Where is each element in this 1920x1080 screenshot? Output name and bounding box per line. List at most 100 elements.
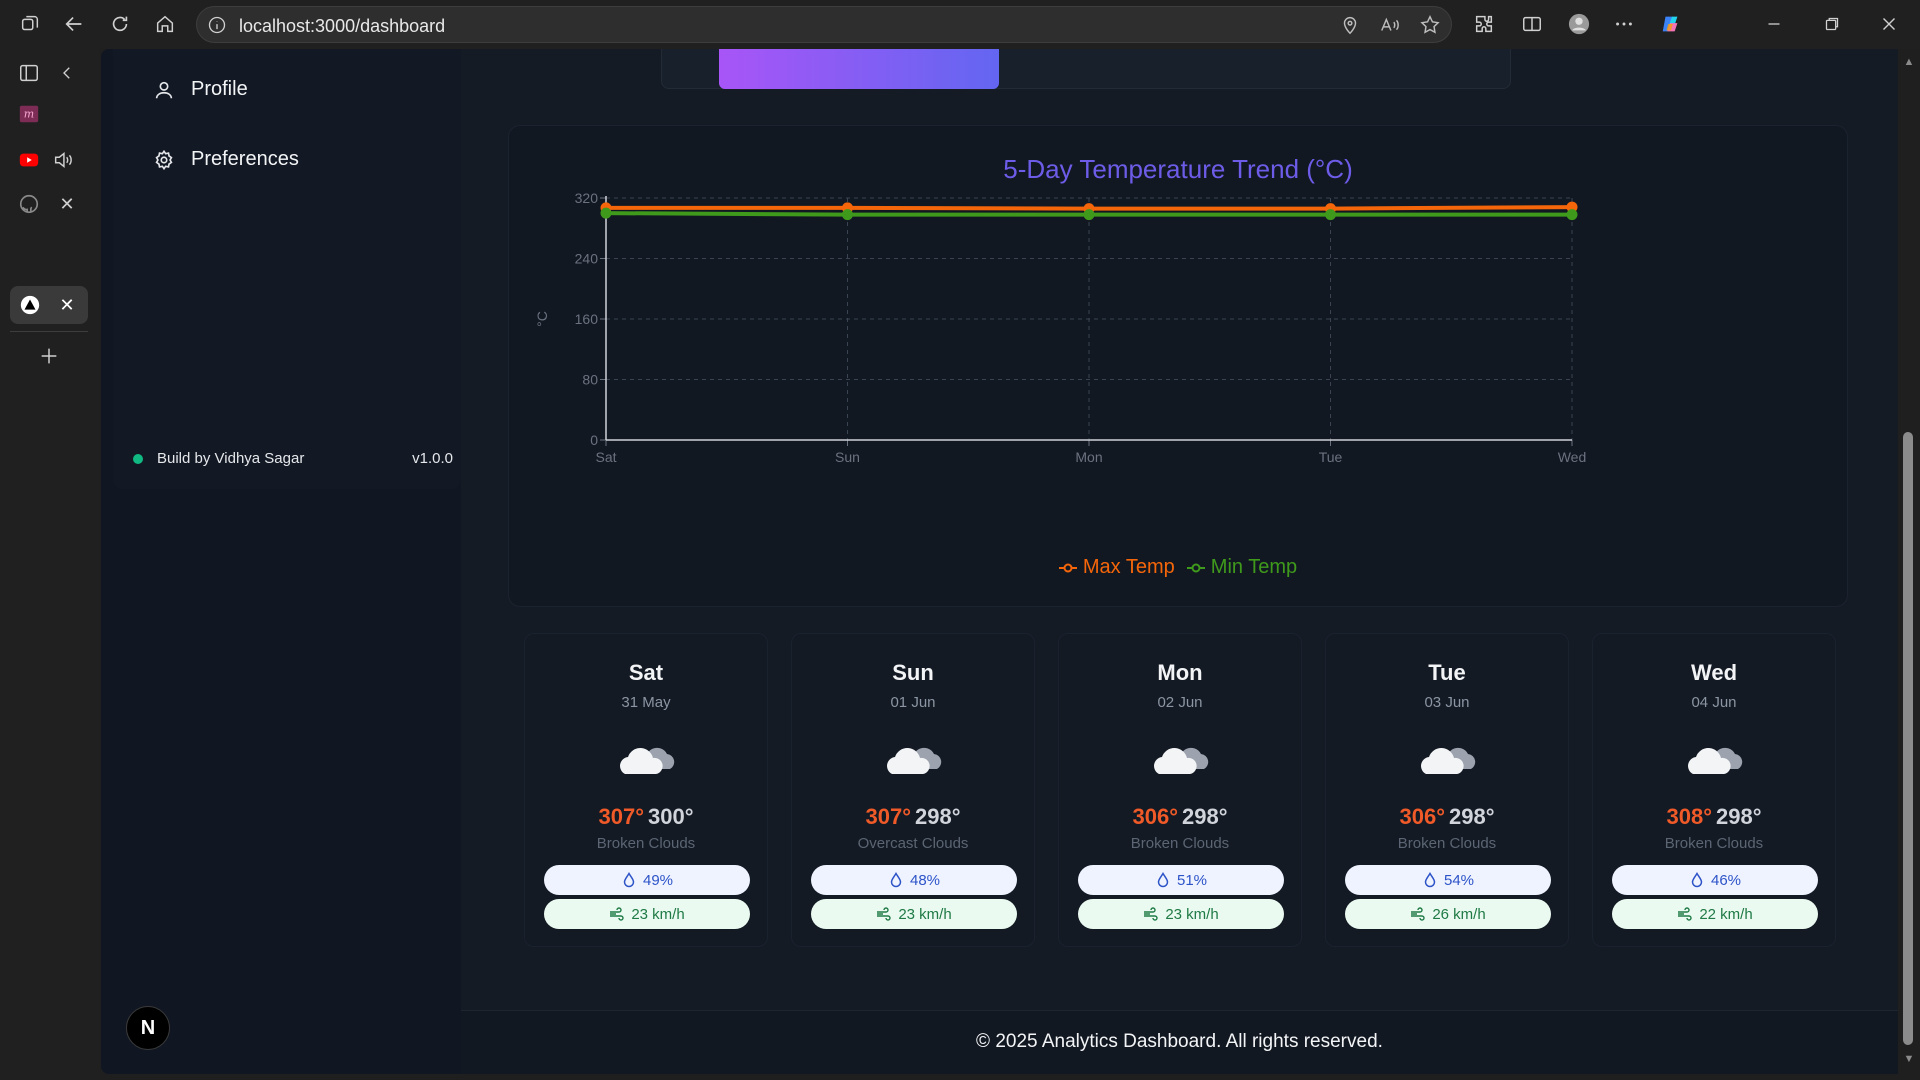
gradient-bar [719, 49, 999, 89]
forecast-day: Sat [628, 660, 664, 685]
forecast-date: 31 May [621, 694, 671, 711]
read-aloud-icon[interactable] [1379, 14, 1401, 36]
site-info-icon[interactable] [207, 15, 227, 35]
forecast-card: Tue 03 Jun 306° 298° Broken Clouds 54% 26… [1325, 633, 1569, 947]
droplet-icon [623, 872, 635, 888]
data-point-min [1566, 209, 1578, 221]
data-point-min [1083, 209, 1095, 221]
wind-icon [877, 907, 891, 921]
nextjs-dev-badge[interactable]: N [126, 1006, 170, 1050]
legend-min[interactable]: Min Temp [1186, 556, 1298, 579]
forecast-temps: 307° 300° [525, 804, 767, 830]
tab-favicon-m-icon[interactable]: m [14, 99, 44, 129]
forecast-temps: 306° 298° [1059, 804, 1301, 830]
sidebar-item-label: Profile [191, 78, 248, 100]
nextjs-favicon-icon[interactable] [15, 290, 45, 320]
sidebar: Profile Preferences Build by Vidhya Saga… [101, 49, 461, 1074]
y-tick-label: 80 [582, 372, 598, 388]
min-temp: 298° [915, 804, 961, 829]
chart-legend: Max Temp Min Temp [509, 556, 1847, 579]
wind-badge: 22 km/h [1612, 899, 1818, 929]
wind-value: 23 km/h [898, 905, 952, 923]
x-tick-label: Tue [1319, 449, 1343, 465]
x-tick-label: Wed [1558, 449, 1587, 465]
workspaces-icon[interactable] [14, 8, 46, 40]
max-temp: 307° [865, 804, 911, 829]
x-tick-label: Sun [835, 449, 860, 465]
minimize-icon[interactable] [1758, 8, 1790, 40]
close-tab-icon[interactable]: ✕ [56, 193, 78, 215]
gear-icon [155, 149, 173, 170]
main-content: 5-Day Temperature Trend (°C) 0 80 160 240 32… [461, 49, 1898, 1074]
build-credit: Build by Vidhya Sagar [157, 450, 305, 467]
droplet-icon [1691, 872, 1703, 888]
sidebar-item-preferences[interactable]: Preferences [153, 148, 299, 171]
temperature-chart-card: 5-Day Temperature Trend (°C) 0 80 160 240 32… [508, 125, 1848, 607]
close-window-icon[interactable] [1873, 8, 1905, 40]
back-icon[interactable] [58, 8, 90, 40]
location-icon[interactable] [1339, 14, 1361, 36]
extensions-icon[interactable] [1468, 8, 1500, 40]
max-temp: 306° [1399, 804, 1445, 829]
copilot-icon[interactable] [1655, 8, 1687, 40]
speaker-icon[interactable] [48, 145, 78, 175]
overcast-clouds-icon [884, 734, 946, 778]
droplet-icon [1157, 872, 1169, 888]
sidebar-panel: Profile Preferences Build by Vidhya Saga… [113, 49, 461, 489]
humidity-badge: 51% [1078, 865, 1284, 895]
profile-avatar-icon[interactable] [1563, 8, 1595, 40]
humidity-value: 51% [1176, 871, 1208, 889]
sidebar-item-profile[interactable]: Profile [153, 78, 248, 101]
legend-label: Max Temp [1082, 556, 1175, 578]
svg-text:m: m [24, 108, 34, 121]
app-viewport: Profile Preferences Build by Vidhya Saga… [101, 49, 1898, 1074]
home-icon[interactable] [149, 8, 181, 40]
humidity-badge: 54% [1345, 865, 1551, 895]
collapse-tabs-icon[interactable] [52, 58, 82, 88]
split-screen-icon[interactable] [1516, 8, 1548, 40]
wind-value: 22 km/h [1699, 905, 1753, 923]
tab-actions-icon[interactable] [14, 58, 44, 88]
close-active-tab-icon[interactable]: ✕ [56, 294, 78, 316]
wind-badge: 23 km/h [811, 899, 1017, 929]
more-options-icon[interactable] [1608, 8, 1640, 40]
data-point-min [600, 207, 612, 219]
youtube-icon[interactable] [14, 145, 44, 175]
droplet-icon [1424, 872, 1436, 888]
wind-badge: 23 km/h [1078, 899, 1284, 929]
humidity-value: 54% [1443, 871, 1475, 889]
github-icon[interactable] [14, 189, 44, 219]
scroll-down-arrow[interactable]: ▼ [1902, 1053, 1916, 1065]
favorite-star-icon[interactable] [1419, 14, 1441, 36]
wind-icon [610, 907, 624, 921]
refresh-icon[interactable] [104, 8, 136, 40]
forecast-card: Sun 01 Jun 307° 298° Overcast Clouds 48% … [791, 633, 1035, 947]
temperature-chart: 0 80 160 240 320 Sat Sun Mon Tue Wed °C [534, 190, 1587, 465]
wind-icon [1411, 907, 1425, 921]
forecast-temps: 308° 298° [1593, 804, 1835, 830]
y-tick-label: 240 [575, 251, 599, 267]
max-temp: 307° [598, 804, 644, 829]
version-label: v1.0.0 [412, 450, 453, 467]
max-temp: 306° [1132, 804, 1178, 829]
min-temp: 298° [1716, 804, 1762, 829]
forecast-day: Wed [1690, 660, 1738, 685]
url-text[interactable]: localhost:3000/dashboard [239, 16, 445, 37]
broken-clouds-icon [617, 734, 679, 778]
forecast-card: Sat 31 May 307° 300° Broken Clouds 49% 23… [524, 633, 768, 947]
browser-toolbar: localhost:3000/dashboard [0, 0, 1920, 49]
x-tick-label: Mon [1075, 449, 1102, 465]
humidity-value: 49% [642, 871, 674, 889]
scroll-up-arrow[interactable]: ▲ [1902, 56, 1916, 68]
tab-divider [10, 331, 88, 332]
legend-label: Min Temp [1210, 556, 1298, 578]
y-tick-label: 160 [575, 311, 599, 327]
new-tab-icon[interactable] [34, 341, 64, 371]
legend-max[interactable]: Max Temp [1058, 556, 1175, 579]
max-temp: 308° [1666, 804, 1712, 829]
data-point-min [842, 209, 853, 221]
address-bar[interactable]: localhost:3000/dashboard [196, 6, 1452, 43]
restore-icon[interactable] [1816, 8, 1848, 40]
min-temp: 298° [1182, 804, 1228, 829]
scrollbar-thumb[interactable] [1903, 432, 1913, 1045]
